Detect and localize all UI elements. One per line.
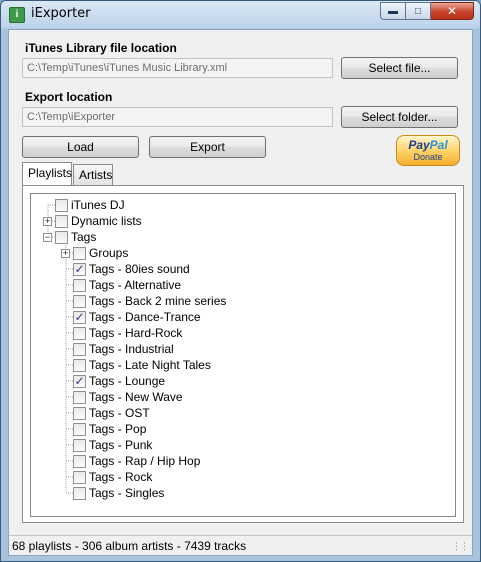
maximize-icon: □ xyxy=(414,5,422,17)
tree-item[interactable]: ✓ Tags - Lounge xyxy=(61,373,165,389)
tree-item-checkbox[interactable] xyxy=(73,454,86,468)
window-controls: ▬ □ ✕ xyxy=(380,2,474,20)
tree-item-label: Tags xyxy=(71,230,97,244)
tab-artists[interactable]: Artists xyxy=(73,164,113,185)
tree-item[interactable]: Tags - Hard-Rock xyxy=(61,325,182,341)
status-text: 68 playlists - 306 album artists - 7439 … xyxy=(12,539,247,553)
tree-item[interactable]: Tags - Alternative xyxy=(61,277,181,293)
load-button[interactable]: Load xyxy=(22,136,139,158)
tree-item-label: Dynamic lists xyxy=(71,214,142,228)
close-button[interactable]: ✕ xyxy=(431,2,474,20)
select-folder-button[interactable]: Select folder... xyxy=(341,106,458,128)
paypal-donate-button[interactable]: PayPal Donate xyxy=(396,135,460,166)
tree-item[interactable]: Tags - Rap / Hip Hop xyxy=(61,453,200,469)
maximize-button[interactable]: □ xyxy=(406,2,431,20)
tree-item[interactable]: + Groups xyxy=(61,245,128,261)
tree-item-label: Tags - 80ies sound xyxy=(89,262,190,276)
resize-grip-icon[interactable]: ⋮⋮ xyxy=(452,541,469,552)
tree-item-label: Tags - Industrial xyxy=(89,342,174,356)
library-path-field: C:\Temp\iTunes\iTunes Music Library.xml xyxy=(22,58,333,78)
tree-item-checkbox[interactable] xyxy=(55,230,68,244)
tree-item[interactable]: − Tags xyxy=(43,229,96,245)
tree-item-checkbox[interactable] xyxy=(73,294,86,308)
playlist-tree[interactable]: iTunes DJ + Dynamic lists − Tags + Groups ✓ Tags… xyxy=(30,193,456,517)
playlists-tab-page: iTunes DJ + Dynamic lists − Tags + Groups ✓ Tags… xyxy=(22,185,464,523)
tree-item-label: Tags - Pop xyxy=(89,422,147,436)
minimize-button[interactable]: ▬ xyxy=(380,2,406,20)
tree-item-label: Groups xyxy=(89,246,129,260)
tree-item-checkbox[interactable] xyxy=(55,214,68,228)
tree-item[interactable]: Tags - Industrial xyxy=(61,341,174,357)
tree-item[interactable]: Tags - OST xyxy=(61,405,150,421)
tree-item-checkbox[interactable] xyxy=(73,326,86,340)
tree-item-checkbox[interactable] xyxy=(73,246,86,260)
status-bar: 68 playlists - 306 album artists - 7439 … xyxy=(9,535,472,555)
tree-item[interactable]: Tags - Pop xyxy=(61,421,146,437)
tree-item-checkbox[interactable] xyxy=(73,470,86,484)
tree-item-label: Tags - Rock xyxy=(89,470,153,484)
tree-item[interactable]: Tags - Late Night Tales xyxy=(61,357,211,373)
tree-item-checkbox[interactable] xyxy=(73,422,86,436)
window-title: iExporter xyxy=(31,6,91,21)
tree-item-checkbox[interactable] xyxy=(73,438,86,452)
tree-item[interactable]: Tags - Punk xyxy=(61,437,152,453)
collapse-icon[interactable]: − xyxy=(43,232,52,242)
tree-item-checkbox[interactable] xyxy=(73,390,86,404)
tree-item[interactable]: ✓ Tags - 80ies sound xyxy=(61,261,190,277)
tree-item-checkbox[interactable] xyxy=(73,406,86,420)
tree-item-label: Tags - Punk xyxy=(89,438,153,452)
minimize-icon: ▬ xyxy=(388,5,398,17)
tree-item-checkbox[interactable] xyxy=(73,358,86,372)
tree-item-label: Tags - Singles xyxy=(89,486,165,500)
app-window: i iExporter ▬ □ ✕ iTunes Library file lo… xyxy=(0,0,481,562)
tree-item-checkbox[interactable] xyxy=(73,342,86,356)
close-icon: ✕ xyxy=(446,4,458,18)
tree-item-label: Tags - New Wave xyxy=(89,390,183,404)
expand-icon[interactable]: + xyxy=(43,216,52,226)
itunes-app-icon: i xyxy=(9,7,25,23)
tree-item-label: iTunes DJ xyxy=(71,198,125,212)
tab-playlists[interactable]: Playlists xyxy=(22,162,72,185)
tree-item[interactable]: + Dynamic lists xyxy=(43,213,142,229)
tree-item-label: Tags - Rap / Hip Hop xyxy=(89,454,201,468)
paypal-logo: PayPal xyxy=(408,138,448,152)
tree-item-label: Tags - Dance-Trance xyxy=(89,310,201,324)
tree-item-label: Tags - Alternative xyxy=(89,278,182,292)
tree-item-label: Tags - Late Night Tales xyxy=(89,358,211,372)
tree-item-label: Tags - OST xyxy=(89,406,150,420)
export-path-field: C:\Temp\iExporter xyxy=(22,107,333,127)
tree-item-checkbox[interactable] xyxy=(73,486,86,500)
tree-item-label: Tags - Back 2 mine series xyxy=(89,294,227,308)
tree-item[interactable]: ✓ Tags - Dance-Trance xyxy=(61,309,201,325)
tree-item[interactable]: iTunes DJ xyxy=(43,197,125,213)
select-file-button[interactable]: Select file... xyxy=(341,57,458,79)
tree-item-label: Tags - Hard-Rock xyxy=(89,326,183,340)
tree-item-label: Tags - Lounge xyxy=(89,374,166,388)
tree-item[interactable]: Tags - New Wave xyxy=(61,389,183,405)
paypal-donate-label: Donate xyxy=(413,152,443,162)
tree-item[interactable]: Tags - Singles xyxy=(61,485,164,501)
tree-item-checkbox[interactable]: ✓ xyxy=(73,374,86,388)
tree-item[interactable]: Tags - Back 2 mine series xyxy=(61,293,226,309)
export-section-label: Export location xyxy=(25,90,113,104)
tree-item-checkbox[interactable]: ✓ xyxy=(73,262,86,276)
title-bar[interactable]: i iExporter ▬ □ ✕ xyxy=(1,1,480,28)
tree-item[interactable]: Tags - Rock xyxy=(61,469,152,485)
library-section-label: iTunes Library file location xyxy=(25,41,177,55)
expand-icon[interactable]: + xyxy=(61,248,70,258)
main-panel: iTunes Library file location C:\Temp\iTu… xyxy=(8,29,473,556)
export-button[interactable]: Export xyxy=(149,136,266,158)
tree-item-checkbox[interactable]: ✓ xyxy=(73,310,86,324)
tree-item-checkbox[interactable] xyxy=(55,198,68,212)
tree-item-checkbox[interactable] xyxy=(73,278,86,292)
